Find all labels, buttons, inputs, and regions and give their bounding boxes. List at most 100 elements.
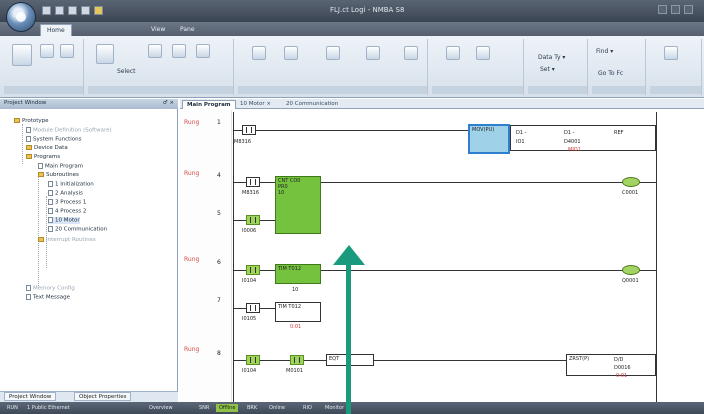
tab-home[interactable]: Home	[40, 24, 72, 36]
contact-active[interactable]	[246, 215, 260, 225]
tree-item[interactable]: 4 Process 2	[48, 208, 86, 215]
tree-item[interactable]: Text Message	[26, 294, 70, 301]
tab-object-properties[interactable]: Object Properties	[74, 392, 132, 401]
upload-icon[interactable]	[476, 46, 490, 60]
print-icon[interactable]	[81, 6, 90, 15]
timer-block[interactable]: TIM T012	[275, 302, 321, 322]
tree-item-main-program[interactable]: Main Program	[38, 163, 83, 170]
operand: D4001	[564, 139, 581, 145]
group-label	[592, 86, 645, 94]
tree-item-root[interactable]: Prototype	[14, 118, 49, 124]
rung-delete-icon[interactable]	[284, 46, 298, 60]
tree-item[interactable]: Interrupt Routines	[38, 237, 96, 243]
application-menu-button[interactable]	[6, 2, 36, 32]
contact-active[interactable]	[290, 355, 304, 365]
document-icon	[38, 163, 43, 169]
folder-icon	[26, 154, 32, 159]
find-dropdown[interactable]: Find ▾	[596, 48, 613, 55]
monitor-icon[interactable]	[404, 46, 418, 60]
instruction-tool-icon[interactable]	[196, 44, 210, 58]
coil-address: Q0001	[622, 278, 639, 284]
tree-item[interactable]: Memory Config	[26, 285, 75, 292]
tree-item[interactable]: Device Data	[26, 145, 68, 151]
tab-10-motor[interactable]: 10 Motor ×	[236, 100, 275, 109]
maximize-icon[interactable]	[671, 5, 680, 14]
group-label	[650, 86, 701, 94]
tree-item[interactable]: 3 Process 1	[48, 199, 86, 206]
contact-active[interactable]	[246, 355, 260, 365]
document-icon	[26, 136, 31, 142]
paste-icon[interactable]	[12, 44, 32, 66]
tab-main-program[interactable]: Main Program	[182, 100, 236, 109]
tree-item[interactable]: 1 Initialization	[48, 181, 94, 188]
document-icon	[48, 226, 53, 232]
tab-project-window[interactable]: Project Window	[4, 392, 57, 401]
rung-number: 1	[217, 119, 221, 126]
coil-tool-icon[interactable]	[172, 44, 186, 58]
contact[interactable]	[246, 303, 260, 313]
document-icon	[48, 181, 53, 187]
tab-pane[interactable]: Pane	[174, 24, 201, 36]
document-icon	[26, 285, 31, 291]
document-icon	[26, 127, 31, 133]
rung-number: 4	[217, 172, 221, 179]
set-dropdown[interactable]: Set ▾	[540, 66, 555, 73]
monitor-value: MIO1	[568, 147, 581, 153]
timer-block[interactable]: TIM T012	[275, 264, 321, 284]
reset-block[interactable]: ZRST(P)	[566, 354, 656, 376]
redo-icon[interactable]	[68, 6, 77, 15]
tree-item[interactable]: 2 Analysis	[48, 190, 83, 197]
download-icon[interactable]	[446, 46, 460, 60]
copy-icon[interactable]	[60, 44, 74, 58]
comment-icon[interactable]	[326, 46, 340, 60]
contact-active[interactable]	[246, 265, 260, 275]
select-label[interactable]: Select	[117, 68, 136, 75]
tab-20-communication[interactable]: 20 Communication	[282, 100, 342, 109]
tree-item[interactable]: System Functions	[26, 136, 82, 143]
tree-item-subroutines[interactable]: Subroutines	[38, 172, 79, 178]
pane-pin-close-icon[interactable]: ♂ ×	[163, 100, 174, 106]
timer-name: TIM T012	[278, 304, 302, 310]
status-snr: SNR	[199, 405, 210, 411]
window-icon[interactable]	[664, 46, 678, 60]
tree-item[interactable]: 20 Communication	[48, 226, 107, 233]
status-online: Online	[269, 405, 286, 411]
rung-insert-icon[interactable]	[252, 46, 266, 60]
close-icon[interactable]	[684, 5, 693, 14]
contact[interactable]	[242, 125, 256, 135]
select-tool-icon[interactable]	[96, 44, 114, 64]
instruction-name: EQT	[329, 356, 340, 362]
contact-address: M8316	[242, 190, 260, 196]
status-bar	[0, 402, 704, 414]
undo-icon[interactable]	[55, 6, 64, 15]
group-label	[238, 86, 427, 94]
rung-label: Rung	[184, 256, 200, 263]
tab-view[interactable]: View	[145, 24, 171, 36]
tree-item-selected[interactable]: 10 Motor	[48, 217, 80, 224]
folder-icon	[14, 118, 20, 123]
left-power-rail	[233, 112, 234, 402]
instruction-operands[interactable]	[510, 125, 656, 151]
contact[interactable]	[246, 177, 260, 187]
cut-icon[interactable]	[40, 44, 54, 58]
status-connection[interactable]: 1 Public Ethernet	[24, 404, 73, 412]
contact-tool-icon[interactable]	[148, 44, 162, 58]
tree-item[interactable]: Module Definition (Software)	[26, 127, 112, 134]
folder-icon[interactable]	[94, 6, 103, 15]
counter-block[interactable]: CNT CO0 PR0 10	[275, 176, 321, 234]
group-label	[528, 86, 587, 94]
save-icon[interactable]	[42, 6, 51, 15]
convert-icon[interactable]	[366, 46, 380, 60]
function-block-selected[interactable]: MOV(PU)	[468, 124, 510, 154]
contact-address: I0104	[242, 278, 257, 284]
instruction-name: MOV(PU)	[472, 127, 495, 133]
coil[interactable]	[622, 265, 640, 275]
goto-button[interactable]: Go To Fc	[598, 70, 623, 77]
contact-address: M0101	[286, 368, 304, 374]
coil[interactable]	[622, 177, 640, 187]
annotation-arrow-shaft	[346, 262, 351, 414]
status-overview[interactable]: Overview	[146, 404, 176, 412]
data-type-dropdown[interactable]: Data Ty ▾	[538, 54, 565, 61]
minimize-icon[interactable]	[658, 5, 667, 14]
tree-item-programs[interactable]: Programs	[26, 154, 60, 160]
